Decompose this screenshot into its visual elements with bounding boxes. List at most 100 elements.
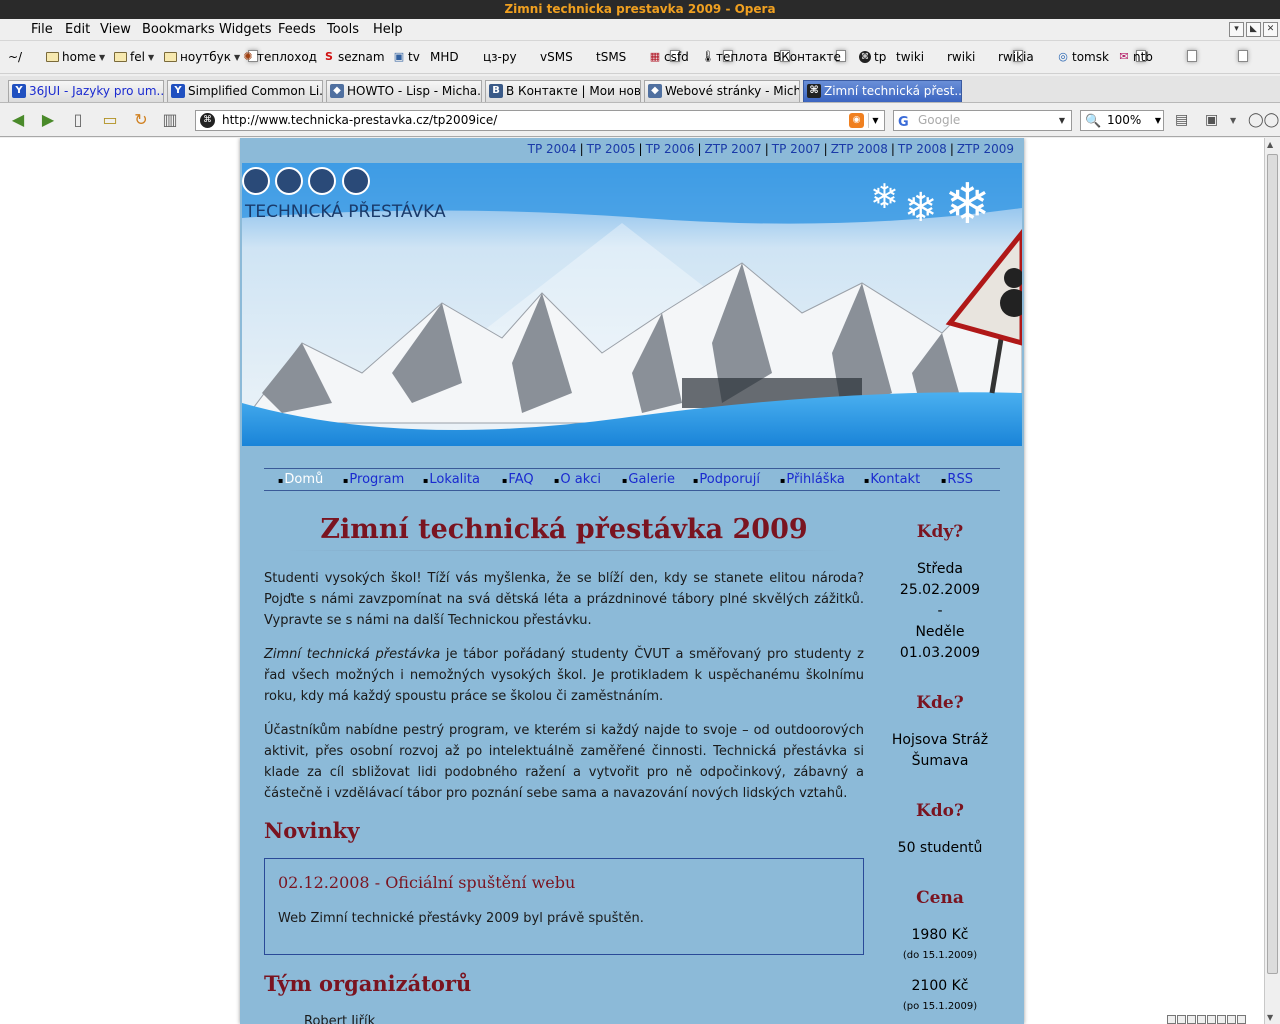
page-container: TP 2004 | TP 2005 | TP 2006 | ZTP 2007 | TP 2007…	[240, 138, 1024, 1024]
restore-button[interactable]: ◣	[1246, 22, 1261, 37]
panel-icon[interactable]	[1197, 1015, 1206, 1024]
panel-icon[interactable]	[1167, 1015, 1176, 1024]
tab-vkontakte[interactable]: B В Контакте | Мои нов...	[485, 80, 641, 102]
nav-faq[interactable]: ▪FAQ	[502, 469, 534, 492]
nav-prihlaska[interactable]: ▪Přihláška	[780, 469, 845, 492]
menu-bookmarks[interactable]: Bookmarks	[142, 22, 215, 37]
menu-help[interactable]: Help	[373, 22, 403, 37]
title-divider	[284, 550, 844, 551]
menu-tools[interactable]: Tools	[327, 22, 359, 37]
scroll-down-icon[interactable]: ▼	[1267, 1013, 1273, 1022]
reload-icon[interactable]: ↻	[131, 110, 151, 130]
vertical-scrollbar[interactable]: ▲ ▼	[1264, 138, 1280, 1024]
tab-label: Simplified Common Li...	[188, 84, 323, 98]
bookmark-rwikia[interactable]: rwikia	[998, 50, 1248, 64]
year-link[interactable]: ZTP 2009	[957, 142, 1014, 156]
menu-file[interactable]: File	[31, 22, 53, 37]
shield-icon: ◆	[648, 84, 662, 98]
chevron-down-icon[interactable]: ▼	[1055, 113, 1069, 128]
nav-program[interactable]: ▪Program	[343, 469, 404, 492]
scrollbar-thumb[interactable]	[1267, 154, 1278, 974]
bookmark-mhd[interactable]: MHD	[430, 50, 680, 64]
close-button[interactable]: ✕	[1263, 22, 1278, 37]
bookmark-folder-notebook[interactable]: ноутбук ▼	[164, 50, 240, 64]
menu-edit[interactable]: Edit	[65, 22, 90, 37]
tab-common-lisp[interactable]: Y Simplified Common Li...	[167, 80, 323, 102]
year-navigation: TP 2004 | TP 2005 | TP 2006 | ZTP 2007 | TP 2007…	[527, 142, 1014, 156]
bookmark-rwiki[interactable]: rwiki	[947, 50, 1197, 64]
chevron-down-icon[interactable]: ▼	[1230, 116, 1236, 125]
tab-howto-lisp[interactable]: ◆ HOWTO - Lisp - Micha...	[326, 80, 482, 102]
bookmark-twiki[interactable]: twiki	[896, 50, 1146, 64]
year-link[interactable]: TP 2006	[646, 142, 695, 156]
year-link[interactable]: TP 2008	[898, 142, 947, 156]
view-image-icon[interactable]: ▣	[1205, 112, 1218, 128]
forward-arrow-icon[interactable]: ▶	[38, 110, 58, 130]
year-link[interactable]: TP 2004	[528, 142, 577, 156]
nav-kontakt[interactable]: ▪Kontakt	[864, 469, 920, 492]
news-title[interactable]: 02.12.2008 - Oficiální spuštění webu	[278, 873, 575, 892]
year-link[interactable]: TP 2007	[772, 142, 821, 156]
panel-icon[interactable]	[1207, 1015, 1216, 1024]
bookmark-teplohod[interactable]: ✺ теплоход	[242, 50, 317, 64]
bookmark-folder-fel[interactable]: fel ▼	[114, 50, 154, 64]
bookmark-folder-home[interactable]: home ▼	[46, 50, 105, 64]
url-field[interactable]: ⌘ http://www.technicka-prestavka.cz/tp20…	[195, 110, 885, 131]
bookmark-csfd[interactable]: ▦ csfd	[649, 50, 689, 64]
bookmark-ntb[interactable]: ✉ ntb	[1118, 50, 1153, 64]
bookmark-vsms[interactable]: vSMS	[540, 50, 790, 64]
nav-lokalita[interactable]: ▪Lokalita	[423, 469, 480, 492]
tab-webove-stranky[interactable]: ◆ Webové stránky - Mich...	[644, 80, 800, 102]
menu-feeds[interactable]: Feeds	[278, 22, 316, 37]
open-folder-icon[interactable]: ▭	[100, 110, 120, 130]
tab-36jui[interactable]: Y 36JUI - Jazyky pro um...	[8, 80, 164, 102]
url-text: http://www.technicka-prestavka.cz/tp2009…	[222, 113, 498, 127]
bookmark-tsms[interactable]: tSMS	[596, 50, 846, 64]
scroll-up-icon[interactable]: ▲	[1267, 140, 1273, 149]
chevron-down-icon[interactable]: ▼	[868, 113, 882, 128]
nav-rss[interactable]: ▪RSS	[941, 469, 973, 492]
search-field[interactable]: G Google ▼	[893, 110, 1072, 131]
minimize-button[interactable]: ▾	[1229, 22, 1244, 37]
menu-widgets[interactable]: Widgets	[219, 22, 272, 37]
panel-icon[interactable]	[1177, 1015, 1186, 1024]
nav-home[interactable]: ▪Domů	[278, 469, 323, 492]
tab-zimni-technicka[interactable]: ⌘ Zimní technická přest...	[803, 80, 962, 102]
bookmark-tv[interactable]: ▣ tv	[393, 50, 420, 64]
nav-o-akci[interactable]: ▪O akci	[554, 469, 601, 492]
page-tools-icon[interactable]: ▤	[1175, 112, 1188, 128]
who-heading: Kdo?	[916, 801, 964, 821]
bookmark-tomsk[interactable]: ◎ tomsk	[1057, 50, 1109, 64]
year-link[interactable]: TP 2005	[587, 142, 636, 156]
panel-icon[interactable]	[1237, 1015, 1246, 1024]
funnel-icon: Y	[12, 84, 26, 98]
bookmark-vkontakte[interactable]: ВКонтакте	[773, 50, 1023, 64]
bookmark-cz-ru[interactable]: цз-ру	[483, 50, 733, 64]
panel-icon[interactable]	[1227, 1015, 1236, 1024]
bookmark-teplota[interactable]: 🌡 теплота	[701, 50, 768, 64]
nav-galerie[interactable]: ▪Galerie	[622, 469, 675, 492]
csfd-icon: ▦	[649, 50, 661, 63]
sun-icon: ✺	[243, 50, 253, 63]
bookmark-label: теплота	[716, 50, 768, 64]
bookmark-seznam[interactable]: Sseznam	[323, 50, 385, 64]
zoom-field[interactable]: 🔍 100% ▼	[1080, 110, 1164, 131]
back-arrow-icon[interactable]: ◀	[8, 110, 28, 130]
folder-icon	[114, 52, 127, 62]
panel-icon[interactable]	[1217, 1015, 1226, 1024]
rss-feed-icon[interactable]: ◉	[849, 113, 864, 128]
year-link[interactable]: ZTP 2008	[831, 142, 888, 156]
year-link[interactable]: ZTP 2007	[705, 142, 762, 156]
bookmark-tp[interactable]: ⌘ tp	[859, 50, 886, 64]
chevron-down-icon[interactable]: ▼	[1155, 113, 1161, 128]
nav-podporuji[interactable]: ▪Podporují	[693, 469, 760, 492]
bookmark-home-dir[interactable]: ~/	[8, 50, 258, 64]
panel-icon[interactable]	[1187, 1015, 1196, 1024]
price-heading: Cena	[916, 888, 964, 908]
news-heading: Novinky	[264, 818, 360, 843]
glasses-icon[interactable]: ◯◯	[1248, 112, 1279, 128]
new-page-icon[interactable]: ▯	[68, 110, 88, 130]
status-panel-icons[interactable]	[1167, 1015, 1246, 1024]
trash-icon[interactable]: ▥	[160, 110, 180, 130]
menu-view[interactable]: View	[100, 22, 131, 37]
